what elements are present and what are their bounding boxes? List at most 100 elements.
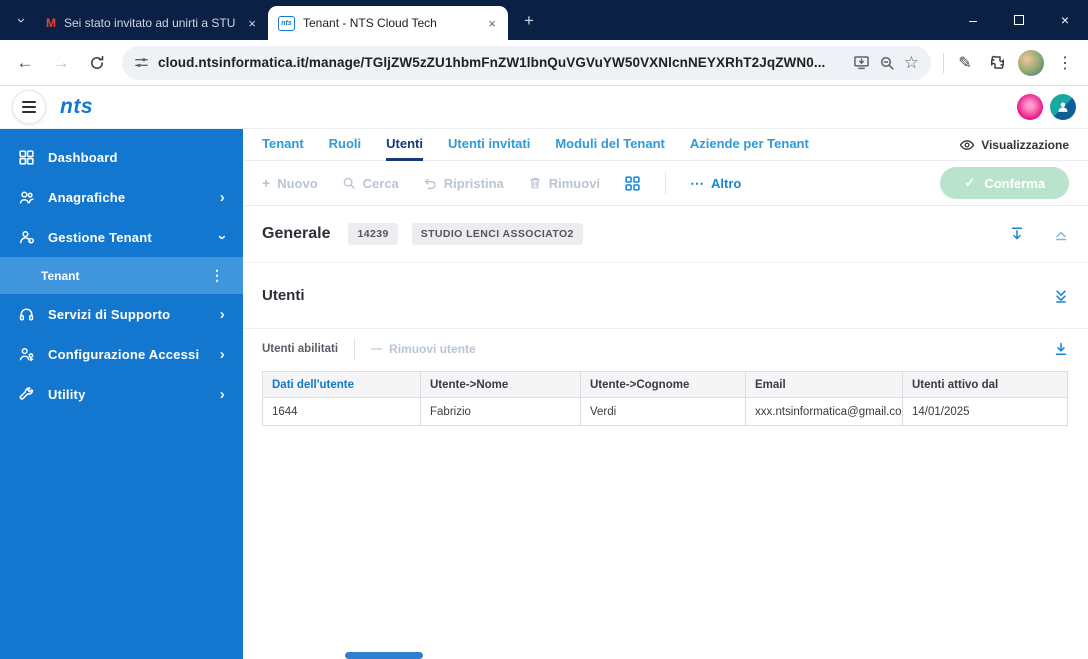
maximize-icon xyxy=(1014,15,1024,25)
close-tab-icon[interactable]: × xyxy=(486,16,498,31)
browser-toolbar: ← → cloud.ntsinformatica.it/manage/TGljZ… xyxy=(0,40,1088,86)
rimuovi-label: Rimuovi xyxy=(548,175,601,191)
zoom-icon[interactable] xyxy=(879,55,895,71)
site-info-icon[interactable] xyxy=(134,55,149,70)
undo-icon xyxy=(424,178,436,190)
toolbar-divider xyxy=(665,172,667,194)
content-tabbar: Tenant Ruoli Utenti Utenti invitati Modu… xyxy=(243,129,1088,161)
sidebar-item-utility[interactable]: Utility › xyxy=(0,374,243,414)
collapse-rows-icon[interactable] xyxy=(1053,288,1069,304)
trash-icon xyxy=(529,177,540,189)
utenti-abilitati-label: Utenti abilitati xyxy=(262,343,339,355)
sidebar-item-dashboard[interactable]: Dashboard xyxy=(0,137,243,177)
tab-moduli-del-tenant[interactable]: Moduli del Tenant xyxy=(555,129,665,161)
expand-all-icon[interactable] xyxy=(1009,226,1025,242)
url-text[interactable]: cloud.ntsinformatica.it/manage/TGljZW5zZ… xyxy=(158,55,844,70)
sidebar-item-configurazione-accessi[interactable]: Configurazione Accessi › xyxy=(0,334,243,374)
rimuovi-button[interactable]: Rimuovi xyxy=(528,176,600,191)
tab-search-button[interactable]: › xyxy=(6,0,36,40)
forward-button[interactable]: → xyxy=(44,46,78,80)
tenant-id-badge: 14239 xyxy=(348,223,398,245)
nuovo-button[interactable]: + Nuovo xyxy=(262,176,318,191)
sidebar-item-label: Gestione Tenant xyxy=(48,229,152,245)
tab-title: Sei stato invitato ad unirti a STU xyxy=(64,16,236,30)
generale-title: Generale xyxy=(262,225,331,242)
install-app-icon[interactable] xyxy=(853,54,870,71)
collapse-section-icon[interactable] xyxy=(1053,226,1069,242)
dashboard-grid-icon xyxy=(18,149,35,166)
person-icon xyxy=(1058,102,1068,112)
action-toolbar: + Nuovo Cerca Ripristina Rimuovi ⋯ Altro… xyxy=(243,161,1088,206)
back-button[interactable]: ← xyxy=(8,46,42,80)
column-header-email: Email xyxy=(745,371,903,398)
chevron-right-icon: › xyxy=(219,385,225,403)
tab-utenti[interactable]: Utenti xyxy=(386,129,423,161)
tab-ruoli[interactable]: Ruoli xyxy=(329,129,362,161)
sidebar-item-label: Utility xyxy=(48,386,86,402)
close-tab-icon[interactable]: × xyxy=(246,16,258,31)
browser-menu-kebab-icon[interactable]: ⋮ xyxy=(1050,48,1080,78)
sidebar-subitem-tenant[interactable]: Tenant ⋮ xyxy=(0,257,243,294)
sidebar-item-servizi-di-supporto[interactable]: Servizi di Supporto › xyxy=(0,294,243,334)
altro-label: Altro xyxy=(711,175,742,191)
grid-view-button[interactable] xyxy=(624,175,641,192)
hamburger-menu-button[interactable] xyxy=(12,90,46,124)
horizontal-scrollbar-thumb[interactable] xyxy=(345,652,423,659)
view-mode-toggle[interactable]: Visualizzazione xyxy=(959,137,1069,153)
maximize-button[interactable] xyxy=(996,0,1042,40)
minimize-button[interactable]: – xyxy=(950,0,996,40)
users-table: Dati dell'utente Utente->Nome Utente->Co… xyxy=(262,371,1068,426)
view-mode-label: Visualizzazione xyxy=(981,137,1069,152)
cell-user-id[interactable]: 1644 xyxy=(262,397,421,426)
table-row[interactable]: 1644 Fabrizio Verdi xxx.ntsinformatica@g… xyxy=(262,397,1068,426)
app-header: nts xyxy=(0,86,1088,129)
utenti-section-header: Utenti xyxy=(243,263,1088,329)
nts-favicon-icon: nts xyxy=(278,15,295,31)
tab-utenti-invitati[interactable]: Utenti invitati xyxy=(448,129,530,161)
subitem-menu-kebab-icon[interactable]: ⋮ xyxy=(210,267,225,284)
app-body: Dashboard Anagrafiche › Gestione Tenant … xyxy=(0,129,1088,659)
sidebar-item-label: Servizi di Supporto xyxy=(48,306,171,322)
user-avatar[interactable] xyxy=(1050,94,1076,120)
sidebar: Dashboard Anagrafiche › Gestione Tenant … xyxy=(0,129,243,659)
download-icon[interactable] xyxy=(1053,341,1069,357)
toolbar-divider xyxy=(943,52,944,73)
chevron-right-icon: › xyxy=(219,188,225,206)
ripristina-button[interactable]: Ripristina xyxy=(423,176,504,191)
tab-aziende-per-tenant[interactable]: Aziende per Tenant xyxy=(690,129,809,161)
new-tab-button[interactable]: + xyxy=(516,8,542,34)
cell-cognome[interactable]: Verdi xyxy=(580,397,746,426)
altro-button[interactable]: ⋯ Altro xyxy=(690,176,741,191)
subtoolbar-divider xyxy=(354,338,356,360)
tab-tenant[interactable]: Tenant xyxy=(262,129,304,161)
bookmark-star-icon[interactable]: ☆ xyxy=(904,53,919,73)
browser-tab-active[interactable]: nts Tenant - NTS Cloud Tech × xyxy=(268,6,508,40)
generale-section-header: Generale 14239 STUDIO LENCI ASSOCIATO2 xyxy=(243,206,1088,263)
browser-tab-gmail[interactable]: M Sei stato invitato ad unirti a STU × xyxy=(36,6,268,40)
reload-button[interactable] xyxy=(80,46,114,80)
theme-avatar[interactable] xyxy=(1017,94,1043,120)
cell-attivo-dal[interactable]: 14/01/2025 xyxy=(902,397,1068,426)
sidebar-item-gestione-tenant[interactable]: Gestione Tenant › xyxy=(0,217,243,257)
table-header-row: Dati dell'utente Utente->Nome Utente->Co… xyxy=(262,371,1068,398)
pencil-icon[interactable]: ✎ xyxy=(950,48,980,78)
conferma-button[interactable]: ✓ Conferma xyxy=(940,167,1069,199)
cerca-button[interactable]: Cerca xyxy=(342,176,399,191)
close-window-button[interactable]: × xyxy=(1042,0,1088,40)
rimuovi-utente-button[interactable]: — Rimuovi utente xyxy=(371,342,476,356)
check-icon: ✓ xyxy=(964,175,976,190)
nts-logo: nts xyxy=(60,95,93,118)
chevron-right-icon: › xyxy=(219,345,225,363)
chevron-right-icon: › xyxy=(219,305,225,323)
extensions-puzzle-icon[interactable] xyxy=(982,48,1012,78)
cell-email[interactable]: xxx.ntsinformatica@gmail.com xyxy=(745,397,903,426)
sidebar-item-anagrafiche[interactable]: Anagrafiche › xyxy=(0,177,243,217)
chevron-down-icon: › xyxy=(213,234,231,240)
cell-nome[interactable]: Fabrizio xyxy=(420,397,581,426)
wrench-icon xyxy=(18,386,35,403)
window-controls: – × xyxy=(950,0,1088,40)
tenant-name-badge: STUDIO LENCI ASSOCIATO2 xyxy=(411,223,583,245)
address-bar[interactable]: cloud.ntsinformatica.it/manage/TGljZW5zZ… xyxy=(122,45,931,80)
cerca-label: Cerca xyxy=(362,175,399,191)
browser-profile-avatar[interactable] xyxy=(1018,49,1044,76)
